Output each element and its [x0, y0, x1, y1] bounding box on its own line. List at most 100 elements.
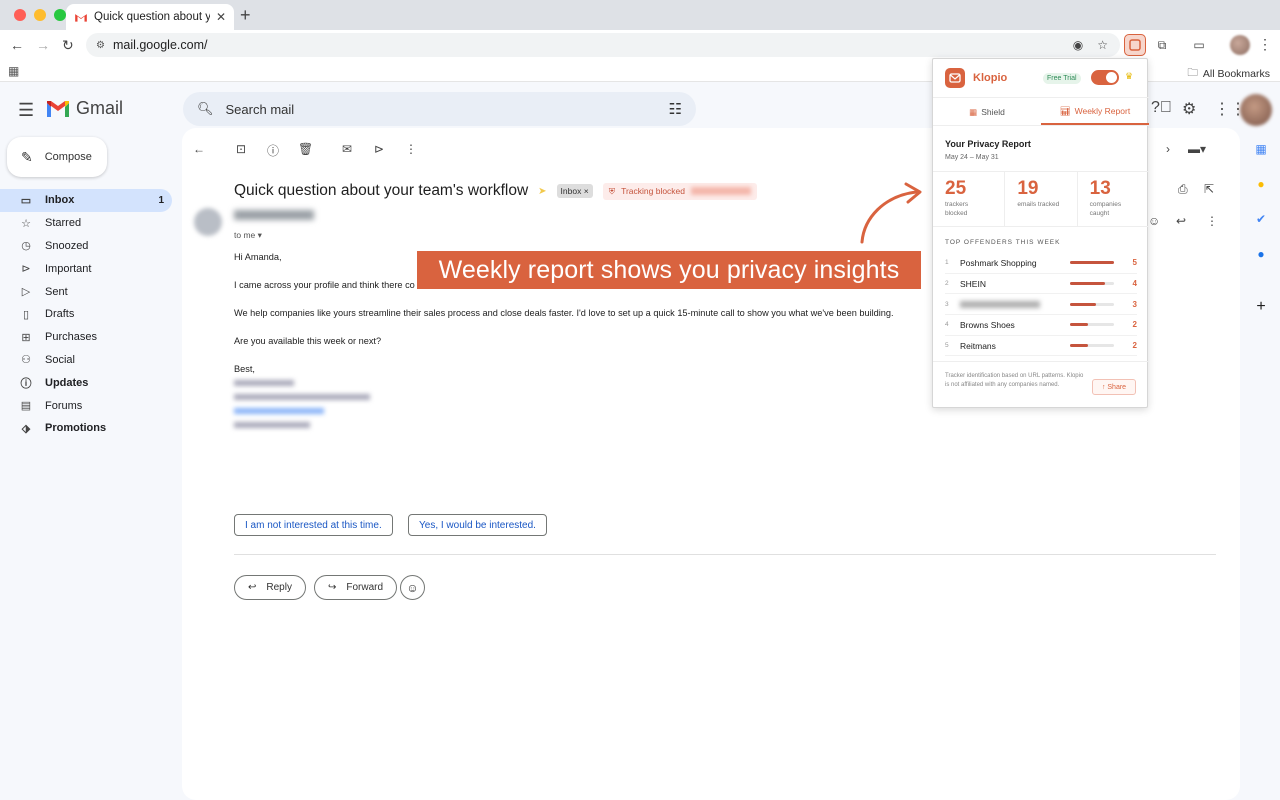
tasks-icon[interactable]: ✔: [1256, 212, 1266, 226]
sidebar-item-sent[interactable]: ▷ Sent: [0, 280, 172, 303]
apps-grid-icon[interactable]: ▦: [8, 64, 19, 78]
signature-redacted: [234, 422, 310, 428]
profile-avatar[interactable]: [1230, 35, 1250, 55]
compose-button[interactable]: ✎ Compose: [7, 137, 107, 177]
stat-value: 13: [1089, 178, 1111, 199]
bookmark-star-icon[interactable]: ☆: [1097, 38, 1108, 52]
smart-reply-interested[interactable]: Yes, I would be interested.: [408, 514, 547, 536]
back-icon[interactable]: ←: [10, 37, 24, 53]
tab-close-icon[interactable]: ✕: [216, 10, 226, 24]
important-marker-icon[interactable]: ➤: [538, 186, 546, 197]
forward-icon[interactable]: →: [36, 37, 50, 53]
klopio-tabs: ▦ Shield 📊︎ Weekly Report: [933, 99, 1149, 126]
premium-crown-icon[interactable]: ♛: [1125, 71, 1133, 82]
sidebar-item-snoozed[interactable]: ◷ Snoozed: [0, 235, 172, 258]
account-avatar[interactable]: [1240, 94, 1272, 126]
emoji-reaction-icon[interactable]: ☺: [1148, 214, 1160, 228]
inbox-label-chip[interactable]: Inbox ×: [556, 184, 593, 198]
minimize-window-button[interactable]: [34, 9, 46, 21]
klopio-extension-icon[interactable]: [1124, 34, 1146, 56]
smart-reply-not-interested[interactable]: I am not interested at this time.: [234, 514, 393, 536]
help-icon[interactable]: ?⃝: [1151, 99, 1172, 117]
sidebar-item-updates[interactable]: ⓘ Updates: [0, 371, 172, 394]
sidebar-item-promotions[interactable]: ⬗ Promotions: [0, 417, 172, 440]
all-bookmarks-button[interactable]: 🗀 All Bookmarks: [1187, 65, 1270, 83]
folder-icon: 🗀: [1187, 67, 1198, 79]
free-trial-badge: Free Trial: [1043, 73, 1081, 84]
tab-label: Shield: [981, 107, 1005, 117]
offender-rank: 3: [945, 300, 949, 308]
sidebar-item-label: Inbox: [45, 194, 75, 207]
reply-label: Reply: [266, 582, 292, 593]
tab-weekly-report[interactable]: 📊︎ Weekly Report: [1041, 99, 1149, 125]
forward-label: Forward: [346, 582, 384, 593]
search-bar[interactable]: 🔍︎ Search mail ☷: [183, 92, 696, 126]
search-options-icon[interactable]: ☷: [669, 100, 682, 118]
message-more-icon[interactable]: ⋮: [1206, 214, 1218, 228]
offender-name: Browns Shoes: [960, 319, 1015, 330]
add-addon-icon[interactable]: +: [1256, 298, 1265, 316]
protection-toggle[interactable]: [1091, 70, 1119, 85]
maximize-window-button[interactable]: [54, 9, 66, 21]
reply-arrow-icon[interactable]: ↩: [1176, 214, 1186, 228]
stat-companies-caught: 13 companies caught: [1078, 172, 1149, 226]
reload-icon[interactable]: ↻: [62, 37, 74, 54]
new-tab-icon[interactable]: +: [240, 5, 251, 26]
sidebar-item-drafts[interactable]: ▯ Drafts: [0, 303, 172, 326]
sidebar-item-forums[interactable]: ▤ Forums: [0, 394, 172, 417]
forward-button[interactable]: ↪ Forward: [314, 575, 398, 600]
sidebar-item-purchases[interactable]: ⊞ Purchases: [0, 326, 172, 349]
more-options-icon[interactable]: ⋮: [404, 142, 418, 159]
tracking-blocked-badge: ⛨ Tracking blocked: [602, 182, 758, 200]
move-to-icon[interactable]: ⊳: [372, 142, 386, 159]
emoji-react-button[interactable]: ☺: [400, 575, 425, 600]
contacts-icon[interactable]: ●: [1257, 247, 1264, 261]
offender-rank: 5: [945, 342, 949, 350]
recipient-line[interactable]: to me ▾: [234, 230, 262, 241]
sidebar-item-label: Purchases: [45, 331, 97, 344]
url-text[interactable]: mail.google.com/: [113, 38, 208, 52]
next-message-icon[interactable]: ›: [1166, 142, 1170, 156]
sender-avatar: [194, 208, 222, 236]
tab-shield[interactable]: ▦ Shield: [933, 99, 1041, 125]
open-new-window-icon[interactable]: ⇱: [1204, 182, 1214, 196]
archive-icon[interactable]: ⊡: [234, 142, 248, 159]
keep-icon[interactable]: ●: [1257, 177, 1264, 191]
gmail-logo[interactable]: Gmail: [46, 98, 123, 119]
sidebar-item-inbox[interactable]: ▭ Inbox 1: [0, 189, 172, 212]
main-menu-icon[interactable]: ☰: [18, 100, 34, 121]
offender-count: 3: [1132, 299, 1137, 309]
sidebar-item-social[interactable]: ⚇ Social: [0, 349, 172, 372]
mark-unread-icon[interactable]: ✉: [340, 142, 354, 159]
settings-gear-icon[interactable]: ⚙: [1182, 99, 1196, 119]
sidebar-item-starred[interactable]: ☆ Starred: [0, 212, 172, 235]
tab-title: Quick question about your team's workflo…: [94, 11, 210, 23]
search-input[interactable]: Search mail: [226, 102, 295, 117]
eye-icon[interactable]: ◉: [1073, 38, 1083, 52]
klopio-brand-name: Klopio: [973, 72, 1008, 84]
close-window-button[interactable]: [14, 9, 26, 21]
share-button[interactable]: ↑ Share: [1092, 379, 1136, 395]
extensions-puzzle-icon[interactable]: ⧉: [1151, 34, 1173, 56]
sidebar-item-label: Promotions: [45, 422, 107, 435]
print-icon[interactable]: ⎙: [1178, 182, 1188, 197]
site-info-icon[interactable]: ⚙: [96, 40, 105, 51]
browser-tab-gmail[interactable]: Quick question about your team's workflo…: [66, 4, 234, 30]
email-paragraph-1: I came across your profile and think the…: [234, 280, 415, 290]
search-icon[interactable]: 🔍︎: [197, 101, 214, 117]
back-to-inbox-icon[interactable]: ←: [192, 142, 206, 159]
reply-button[interactable]: ↩ Reply: [234, 575, 306, 600]
sidebar-item-important[interactable]: ⊳ Important: [0, 257, 172, 280]
report-spam-icon[interactable]: ⓘ: [266, 142, 280, 159]
offender-count: 2: [1132, 341, 1137, 351]
remove-label-icon[interactable]: ×: [584, 186, 589, 196]
annotation-banner: Weekly report shows you privacy insights: [417, 251, 921, 289]
delete-icon[interactable]: 🗑︎: [298, 142, 313, 159]
address-bar[interactable]: ⚙ mail.google.com/ ◉ ☆: [86, 33, 1120, 57]
details-chevron-icon[interactable]: ▾: [258, 230, 262, 240]
sidebar-item-label: Starred: [45, 217, 82, 230]
input-tools-icon[interactable]: ▬▾: [1188, 142, 1206, 156]
sidepanel-icon[interactable]: ▭: [1188, 34, 1210, 56]
calendar-icon[interactable]: ▦: [1255, 142, 1266, 156]
browser-menu-icon[interactable]: ⋮: [1258, 36, 1272, 53]
